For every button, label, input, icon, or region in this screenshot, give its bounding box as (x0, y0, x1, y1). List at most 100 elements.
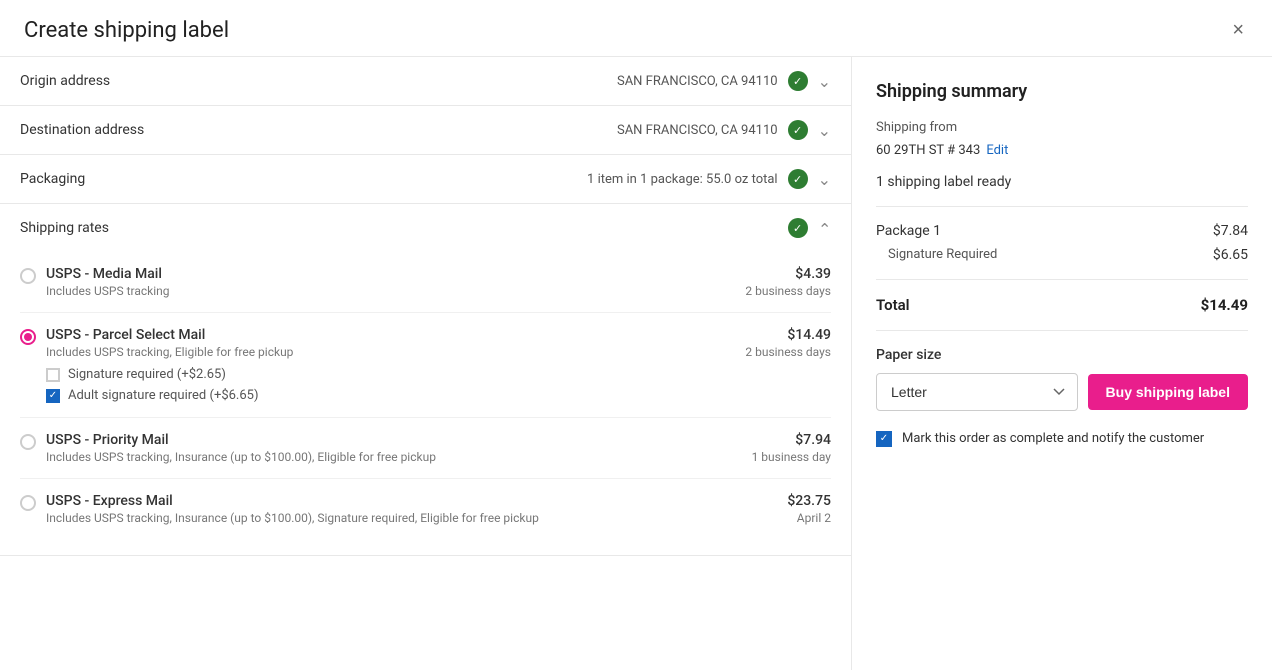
rate-sub-options-parcel-select: Signature required (+$2.65) ✓ Adult sign… (46, 367, 745, 403)
summary-from-block: Shipping from 60 29TH ST # 343 Edit (876, 118, 1248, 162)
sub-option-adult-signature-label: Adult signature required (+$6.65) (68, 388, 259, 403)
rate-days-express-mail: April 2 (787, 511, 831, 525)
close-button[interactable]: × (1228, 16, 1248, 44)
edit-link[interactable]: Edit (986, 143, 1008, 158)
rate-days-media-mail: 2 business days (745, 284, 831, 298)
rate-radio-media-mail[interactable] (20, 268, 36, 284)
summary-title: Shipping summary (876, 81, 1248, 102)
rate-radio-express-mail[interactable] (20, 495, 36, 511)
summary-package-row: Package 1 $7.84 (876, 223, 1248, 239)
destination-label: Destination address (20, 122, 144, 138)
modal-body: Origin address SAN FRANCISCO, CA 94110 ✓… (0, 57, 1272, 670)
destination-accordion-header[interactable]: Destination address SAN FRANCISCO, CA 94… (0, 106, 851, 154)
destination-right: SAN FRANCISCO, CA 94110 ✓ ⌄ (617, 120, 831, 140)
rate-option-parcel-select: USPS - Parcel Select Mail Includes USPS … (20, 313, 831, 418)
divider-1 (876, 206, 1248, 207)
rate-days-parcel-select: 2 business days (745, 345, 831, 359)
rate-desc-parcel-select: Includes USPS tracking, Eligible for fre… (46, 345, 745, 359)
checkbox-signature[interactable] (46, 368, 60, 382)
divider-3 (876, 330, 1248, 331)
origin-label: Origin address (20, 73, 110, 89)
buy-shipping-label-button[interactable]: Buy shipping label (1088, 374, 1248, 410)
rate-amount-priority-mail: $7.94 (752, 432, 831, 448)
destination-chevron-icon: ⌄ (818, 121, 831, 140)
rate-info-media-mail: USPS - Media Mail Includes USPS tracking (46, 266, 745, 298)
left-panel: Origin address SAN FRANCISCO, CA 94110 ✓… (0, 57, 852, 670)
shipping-rates-section: Shipping rates ✓ ⌄ USPS - Media Mail Inc… (0, 204, 851, 556)
packaging-check-icon: ✓ (788, 169, 808, 189)
summary-address-line: 60 29TH ST # 343 Edit (876, 143, 1248, 162)
divider-2 (876, 279, 1248, 280)
origin-section: Origin address SAN FRANCISCO, CA 94110 ✓… (0, 57, 851, 106)
rate-name-express-mail: USPS - Express Mail (46, 493, 787, 509)
summary-ready: 1 shipping label ready (876, 174, 1248, 190)
packaging-section: Packaging 1 item in 1 package: 55.0 oz t… (0, 155, 851, 204)
mark-complete-checkbox[interactable]: ✓ (876, 431, 892, 447)
summary-signature-label: Signature Required (888, 247, 997, 262)
right-panel: Shipping summary Shipping from 60 29TH S… (852, 57, 1272, 670)
packaging-accordion-header[interactable]: Packaging 1 item in 1 package: 55.0 oz t… (0, 155, 851, 203)
origin-value: SAN FRANCISCO, CA 94110 (617, 74, 778, 89)
rate-price-priority-mail: $7.94 1 business day (752, 432, 831, 464)
shipping-from-label: Shipping from (876, 118, 1248, 139)
rate-option-express-mail: USPS - Express Mail Includes USPS tracki… (20, 479, 831, 539)
rate-amount-express-mail: $23.75 (787, 493, 831, 509)
rate-info-parcel-select: USPS - Parcel Select Mail Includes USPS … (46, 327, 745, 403)
rate-left-parcel-select: USPS - Parcel Select Mail Includes USPS … (20, 327, 745, 403)
paper-size-select[interactable]: Letter 4x6 (876, 373, 1078, 411)
rate-price-media-mail: $4.39 2 business days (745, 266, 831, 298)
rates-check-icon: ✓ (788, 218, 808, 238)
rate-left-media-mail: USPS - Media Mail Includes USPS tracking (20, 266, 745, 298)
modal-title: Create shipping label (24, 18, 229, 43)
rate-amount-parcel-select: $14.49 (745, 327, 831, 343)
sub-option-signature-label: Signature required (+$2.65) (68, 367, 226, 382)
rate-radio-priority-mail[interactable] (20, 434, 36, 450)
rates-chevron-icon: ⌄ (818, 219, 831, 238)
shipping-rates-header[interactable]: Shipping rates ✓ ⌄ (0, 204, 851, 252)
packaging-value: 1 item in 1 package: 55.0 oz total (587, 172, 778, 187)
rate-left-express-mail: USPS - Express Mail Includes USPS tracki… (20, 493, 787, 525)
rate-name-priority-mail: USPS - Priority Mail (46, 432, 752, 448)
sub-option-adult-signature: ✓ Adult signature required (+$6.65) (46, 388, 745, 403)
summary-signature-row: Signature Required $6.65 (876, 247, 1248, 263)
modal-header: Create shipping label × (0, 0, 1272, 57)
rate-name-parcel-select: USPS - Parcel Select Mail (46, 327, 745, 343)
rates-content: USPS - Media Mail Includes USPS tracking… (0, 252, 851, 555)
rate-info-express-mail: USPS - Express Mail Includes USPS tracki… (46, 493, 787, 525)
mark-complete-row: ✓ Mark this order as complete and notify… (876, 431, 1248, 447)
summary-total-row: Total $14.49 (876, 296, 1248, 314)
rate-option-media-mail: USPS - Media Mail Includes USPS tracking… (20, 252, 831, 313)
summary-address-text: 60 29TH ST # 343 (876, 143, 980, 158)
destination-check-icon: ✓ (788, 120, 808, 140)
destination-value: SAN FRANCISCO, CA 94110 (617, 123, 778, 138)
rate-info-priority-mail: USPS - Priority Mail Includes USPS track… (46, 432, 752, 464)
origin-right: SAN FRANCISCO, CA 94110 ✓ ⌄ (617, 71, 831, 91)
rates-header-right: ✓ ⌄ (788, 218, 831, 238)
summary-total-label: Total (876, 296, 910, 314)
rate-desc-priority-mail: Includes USPS tracking, Insurance (up to… (46, 450, 752, 464)
rate-desc-express-mail: Includes USPS tracking, Insurance (up to… (46, 511, 787, 525)
mark-complete-text: Mark this order as complete and notify t… (902, 431, 1204, 446)
summary-package-label: Package 1 (876, 223, 941, 239)
checkbox-adult-signature[interactable]: ✓ (46, 389, 60, 403)
rate-desc-media-mail: Includes USPS tracking (46, 284, 745, 298)
shipping-rates-label: Shipping rates (20, 220, 109, 236)
packaging-right: 1 item in 1 package: 55.0 oz total ✓ ⌄ (587, 169, 831, 189)
summary-total-amount: $14.49 (1201, 296, 1248, 314)
destination-section: Destination address SAN FRANCISCO, CA 94… (0, 106, 851, 155)
paper-size-label: Paper size (876, 347, 1248, 363)
origin-check-icon: ✓ (788, 71, 808, 91)
rate-left-priority-mail: USPS - Priority Mail Includes USPS track… (20, 432, 752, 464)
rate-amount-media-mail: $4.39 (745, 266, 831, 282)
packaging-chevron-icon: ⌄ (818, 170, 831, 189)
rate-name-media-mail: USPS - Media Mail (46, 266, 745, 282)
rate-radio-parcel-select[interactable] (20, 329, 36, 345)
sub-option-signature: Signature required (+$2.65) (46, 367, 745, 382)
paper-size-row: Letter 4x6 Buy shipping label (876, 373, 1248, 411)
summary-package-amount: $7.84 (1213, 223, 1248, 239)
rate-price-parcel-select: $14.49 2 business days (745, 327, 831, 359)
origin-accordion-header[interactable]: Origin address SAN FRANCISCO, CA 94110 ✓… (0, 57, 851, 105)
rate-price-express-mail: $23.75 April 2 (787, 493, 831, 525)
packaging-label: Packaging (20, 171, 85, 187)
summary-signature-amount: $6.65 (1213, 247, 1248, 263)
